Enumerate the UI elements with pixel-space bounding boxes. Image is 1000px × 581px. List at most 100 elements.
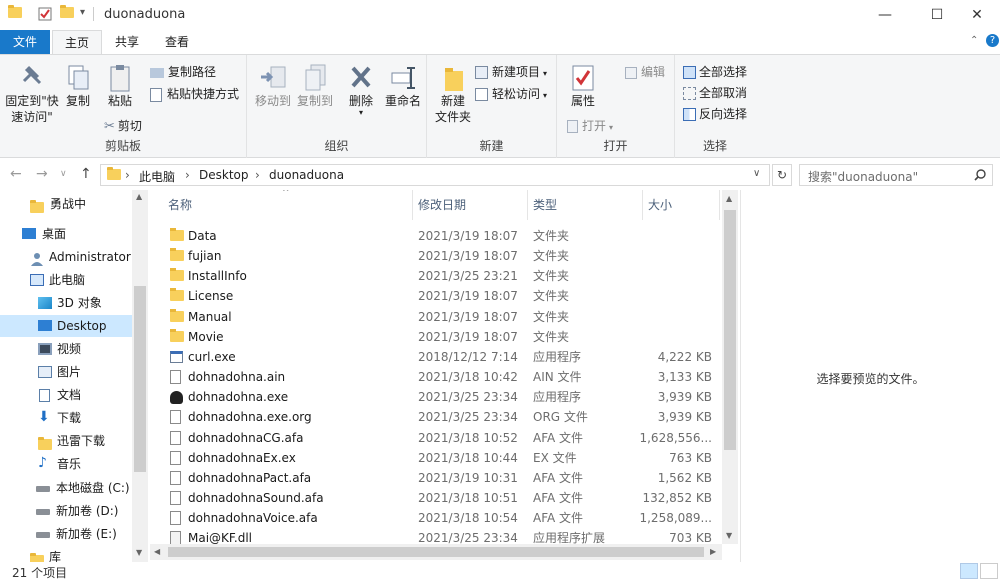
pin-quick-access-button[interactable]: 固定到"快 速访问": [4, 63, 60, 125]
nav-item-xunlei-downloads[interactable]: 迅雷下载: [0, 430, 132, 452]
column-divider[interactable]: [719, 190, 720, 220]
file-row[interactable]: Manual 2021/3/19 18:07 文件夹: [164, 307, 724, 327]
nav-item-libraries[interactable]: 库: [0, 546, 132, 562]
breadcrumb-this-pc[interactable]: 此电脑: [139, 168, 175, 185]
move-to-button[interactable]: 移动到: [253, 63, 293, 109]
file-row[interactable]: License 2021/3/19 18:07 文件夹: [164, 286, 724, 306]
file-row[interactable]: curl.exe 2018/12/12 7:14 应用程序 4,222 KB: [164, 347, 724, 367]
easy-access-dropdown-icon[interactable]: ▾: [543, 91, 547, 100]
minimize-button[interactable]: —: [862, 0, 908, 30]
column-header-name[interactable]: 名称: [168, 190, 192, 220]
back-button[interactable]: ←: [10, 166, 22, 182]
nav-item-drive-e[interactable]: 新加卷 (E:): [0, 523, 132, 545]
scroll-left-icon[interactable]: ◀: [154, 547, 160, 556]
nav-item-documents[interactable]: 文档: [0, 384, 132, 406]
breadcrumb-chevron-icon[interactable]: ›: [185, 168, 190, 182]
file-row[interactable]: Data 2021/3/19 18:07 文件夹: [164, 226, 724, 246]
refresh-button[interactable]: ↻: [772, 164, 792, 186]
address-dropdown-icon[interactable]: ∨: [753, 168, 760, 179]
nav-item-drive-c[interactable]: 本地磁盘 (C:): [0, 477, 132, 499]
nav-item-desktop-root[interactable]: 桌面: [0, 223, 132, 245]
address-bar[interactable]: › 此电脑 › Desktop › duonaduona ∨: [100, 164, 770, 186]
nav-item-music[interactable]: ♪ 音乐: [0, 453, 132, 475]
easy-access-button[interactable]: 轻松访问 ▾: [475, 85, 547, 102]
scroll-down-icon[interactable]: ▼: [726, 531, 732, 540]
column-divider[interactable]: [642, 190, 643, 220]
nav-item-videos[interactable]: 视频: [0, 338, 132, 360]
nav-item-drive-d[interactable]: 新加卷 (D:): [0, 500, 132, 522]
tab-home[interactable]: 主页: [52, 30, 102, 54]
invert-selection-button[interactable]: 反向选择: [683, 105, 747, 122]
copy-to-button[interactable]: 复制到: [295, 63, 335, 109]
collapse-ribbon-icon[interactable]: ⌃: [970, 35, 978, 46]
file-row[interactable]: dohnadohnaSound.afa 2021/3/18 10:51 AFA 文件…: [164, 488, 724, 508]
copy-path-button[interactable]: 复制路径: [150, 63, 216, 80]
scroll-down-icon[interactable]: ▼: [136, 548, 142, 557]
copy-button[interactable]: 复制: [60, 63, 96, 109]
details-view-icon[interactable]: [960, 563, 978, 579]
nav-scrollbar-thumb[interactable]: [134, 286, 146, 472]
scroll-up-icon[interactable]: ▲: [136, 192, 142, 201]
forward-button[interactable]: →: [36, 166, 48, 182]
new-item-button[interactable]: 新建项目 ▾: [475, 63, 547, 80]
scroll-up-icon[interactable]: ▲: [726, 194, 732, 203]
cut-button[interactable]: ✂ 剪切: [104, 117, 142, 134]
nav-item-this-pc[interactable]: 此电脑: [0, 269, 132, 291]
column-divider[interactable]: [412, 190, 413, 220]
file-row[interactable]: dohnadohna.exe.org 2021/3/25 23:34 ORG 文件 3…: [164, 407, 724, 427]
column-header-type[interactable]: 类型: [533, 190, 557, 220]
customize-toolbar-icon[interactable]: ▾: [80, 7, 94, 21]
tab-view[interactable]: 查看: [154, 30, 200, 54]
file-row[interactable]: InstallInfo 2021/3/25 23:21 文件夹: [164, 266, 724, 286]
delete-dropdown-icon[interactable]: ▾: [341, 109, 381, 117]
scroll-right-icon[interactable]: ▶: [710, 547, 716, 556]
breadcrumb-chevron-icon[interactable]: ›: [125, 168, 130, 182]
new-item-dropdown-icon[interactable]: ▾: [543, 69, 547, 78]
column-header-size[interactable]: 大小: [648, 190, 672, 220]
rename-button[interactable]: 重命名: [381, 63, 425, 109]
file-row[interactable]: dohnadohnaPact.afa 2021/3/19 10:31 AFA 文件 1…: [164, 468, 724, 488]
nav-item-yongzhanzhong[interactable]: 勇战中: [0, 193, 132, 215]
edit-button[interactable]: 编辑: [625, 63, 665, 80]
help-icon[interactable]: ?: [986, 34, 999, 47]
tab-share[interactable]: 共享: [104, 30, 150, 54]
paste-shortcut-button[interactable]: 粘贴快捷方式: [150, 85, 239, 102]
file-row[interactable]: dohnadohna.exe 2021/3/25 23:34 应用程序 3,939 K…: [164, 387, 724, 407]
file-list-scrollbar-thumb[interactable]: [724, 210, 736, 450]
nav-item-pictures[interactable]: 图片: [0, 361, 132, 383]
properties-icon[interactable]: [38, 7, 52, 21]
column-header-date[interactable]: 修改日期: [418, 190, 466, 220]
properties-button[interactable]: 属性: [561, 63, 605, 109]
nav-item-desktop[interactable]: Desktop: [0, 315, 132, 337]
column-divider[interactable]: [527, 190, 528, 220]
breadcrumb-duonaduona[interactable]: duonaduona: [269, 168, 344, 182]
new-folder-icon[interactable]: [60, 5, 74, 21]
horizontal-scrollbar-thumb[interactable]: [168, 547, 704, 557]
breadcrumb-desktop[interactable]: Desktop: [199, 168, 249, 182]
file-row[interactable]: dohnadohnaVoice.afa 2021/3/18 10:54 AFA 文件…: [164, 508, 724, 528]
file-row[interactable]: dohnadohna.ain 2021/3/18 10:42 AIN 文件 3,133…: [164, 367, 724, 387]
nav-item-downloads[interactable]: ⬇ 下载: [0, 407, 132, 429]
file-row[interactable]: fujian 2021/3/19 18:07 文件夹: [164, 246, 724, 266]
select-all-button[interactable]: 全部选择: [683, 63, 747, 80]
breadcrumb-chevron-icon[interactable]: ›: [255, 168, 260, 182]
properties-label: 属性: [570, 94, 595, 108]
open-dropdown-icon[interactable]: ▾: [609, 123, 613, 132]
clipboard-group: 固定到"快 速访问" 复制 粘贴 复制路径 粘贴快捷方式 ✂ 剪切 剪贴板: [0, 55, 247, 158]
open-button[interactable]: 打开 ▾: [567, 117, 613, 134]
file-row[interactable]: dohnadohnaCG.afa 2021/3/18 10:52 AFA 文件 1,6…: [164, 428, 724, 448]
file-row[interactable]: dohnadohnaEx.ex 2021/3/18 10:44 EX 文件 763 K…: [164, 448, 724, 468]
search-input[interactable]: 搜索"duonaduona": [799, 164, 993, 186]
nav-item-3d-objects[interactable]: 3D 对象: [0, 292, 132, 314]
select-none-button[interactable]: 全部取消: [683, 84, 747, 101]
tab-file[interactable]: 文件: [0, 30, 50, 54]
new-folder-button[interactable]: 新建 文件夹: [431, 63, 475, 125]
close-button[interactable]: ✕: [954, 0, 1000, 30]
delete-button[interactable]: 删除 ▾: [341, 63, 381, 117]
nav-item-administrator[interactable]: Administrator: [0, 246, 132, 268]
paste-button[interactable]: 粘贴: [100, 63, 140, 109]
recent-locations-icon[interactable]: ∨: [60, 169, 67, 179]
large-icons-view-icon[interactable]: [980, 563, 998, 579]
up-button[interactable]: ↑: [80, 166, 92, 182]
file-row[interactable]: Movie 2021/3/19 18:07 文件夹: [164, 327, 724, 347]
